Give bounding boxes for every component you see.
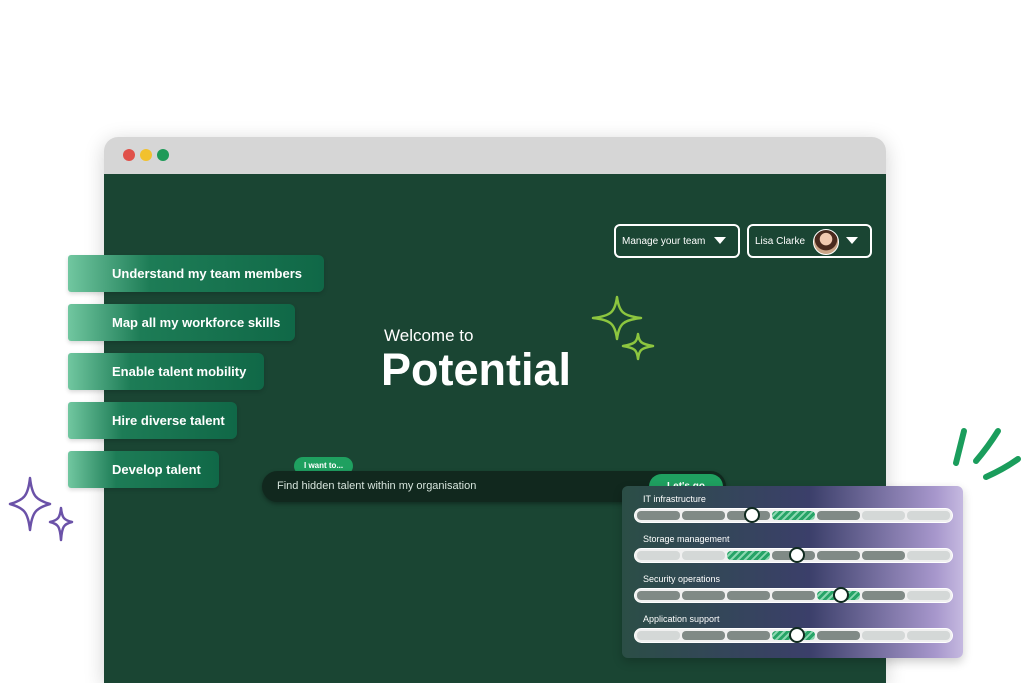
minimize-window-button[interactable] <box>140 149 152 161</box>
skill-segment <box>862 591 905 600</box>
skill-slider[interactable] <box>634 588 953 603</box>
slider-handle[interactable] <box>744 507 761 523</box>
search-input-value: Find hidden talent within my organisatio… <box>277 480 477 492</box>
skill-label: IT infrastructure <box>643 494 706 504</box>
skill-segment <box>862 631 905 640</box>
skill-segment <box>907 591 950 600</box>
skill-segment <box>727 631 770 640</box>
skill-segment <box>772 511 815 520</box>
slider-handle[interactable] <box>788 627 805 643</box>
brand-title: Potential <box>381 344 572 395</box>
skill-segment <box>637 511 680 520</box>
skill-segment <box>637 591 680 600</box>
skill-segment <box>727 591 770 600</box>
skill-segment <box>682 591 725 600</box>
zoom-window-button[interactable] <box>157 149 169 161</box>
manage-team-label: Manage your team <box>622 235 706 247</box>
purple-sparkle-icon <box>8 476 74 542</box>
skill-segment <box>682 511 725 520</box>
window-titlebar <box>104 137 886 174</box>
goal-card-talent-mobility[interactable]: Enable talent mobility <box>68 353 264 390</box>
skill-label: Storage management <box>643 534 730 544</box>
skill-segment <box>727 551 770 560</box>
goal-card-hire-diverse[interactable]: Hire diverse talent <box>68 402 237 439</box>
skill-segment <box>907 511 950 520</box>
skills-panel: IT infrastructure Storage management Sec… <box>622 486 963 658</box>
slider-handle[interactable] <box>788 547 805 563</box>
skill-segment <box>907 631 950 640</box>
skill-segment <box>817 551 860 560</box>
user-menu-dropdown[interactable]: Lisa Clarke <box>747 224 872 258</box>
goal-card-understand-team[interactable]: Understand my team members <box>68 255 324 292</box>
skill-slider[interactable] <box>634 508 953 523</box>
close-window-button[interactable] <box>123 149 135 161</box>
skill-segment <box>862 551 905 560</box>
skill-segment <box>772 591 815 600</box>
manage-team-dropdown[interactable]: Manage your team <box>614 224 740 258</box>
skill-segment <box>862 511 905 520</box>
chevron-down-icon <box>714 237 726 244</box>
accent-strokes-icon <box>953 428 1021 480</box>
goal-card-develop-talent[interactable]: Develop talent <box>68 451 219 488</box>
skill-segment <box>682 631 725 640</box>
skill-segment <box>682 551 725 560</box>
goal-card-map-skills[interactable]: Map all my workforce skills <box>68 304 295 341</box>
user-name: Lisa Clarke <box>755 235 806 247</box>
skill-segment <box>637 631 680 640</box>
welcome-text: Welcome to <box>384 326 474 345</box>
green-sparkle-icon <box>591 295 655 361</box>
chevron-down-icon <box>846 237 858 244</box>
skill-segment <box>817 511 860 520</box>
skill-segment <box>817 631 860 640</box>
skill-segment <box>907 551 950 560</box>
avatar <box>813 229 839 255</box>
skill-label: Security operations <box>643 574 721 584</box>
skill-label: Application support <box>643 614 720 624</box>
skill-segment <box>637 551 680 560</box>
